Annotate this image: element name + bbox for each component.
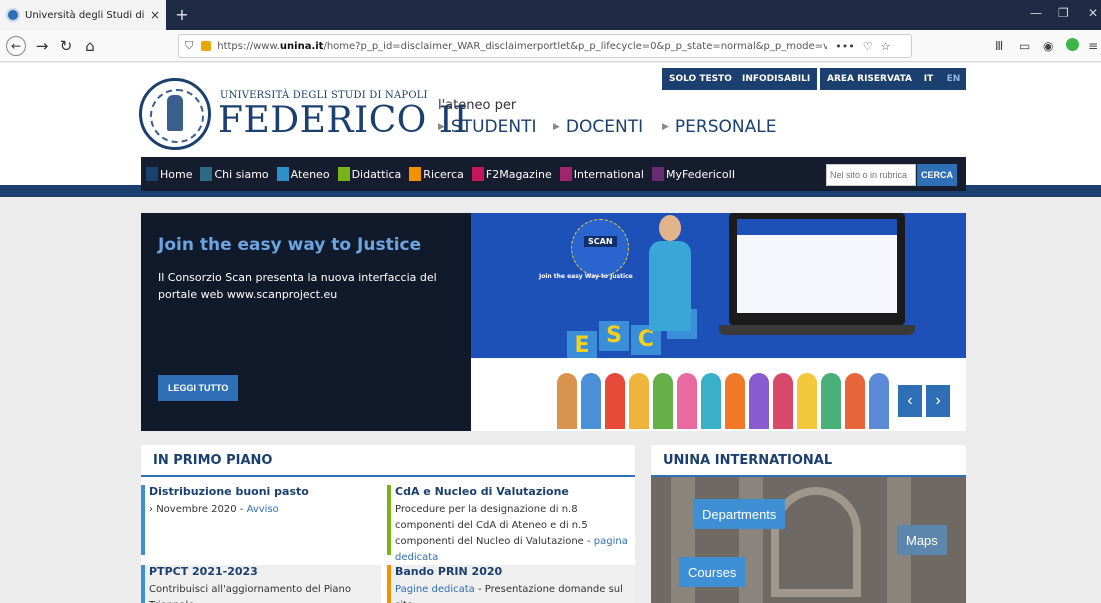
close-icon[interactable]: ×	[150, 8, 160, 22]
hero-image[interactable]: SCAN Join the easy Way to Justice E S C …	[471, 213, 966, 431]
infodisabili-button[interactable]: INFODISABILI	[735, 68, 818, 90]
area-riservata-button[interactable]: AREA RISERVATA	[820, 68, 920, 90]
search-input[interactable]	[826, 164, 916, 186]
hero-slogan: Join the easy Way to Justice	[539, 273, 633, 280]
menu-item-international[interactable]: International	[559, 157, 644, 191]
browser-tab-bar: Università degli Studi di Napol × + — ❐ …	[0, 0, 1101, 30]
window-close-icon[interactable]: ✕	[1088, 6, 1098, 20]
menu-swatch	[651, 167, 664, 181]
tab-title: Università degli Studi di Napol	[25, 9, 146, 21]
home-button[interactable]: ⌂	[80, 36, 100, 56]
restore-icon[interactable]: ❐	[1058, 6, 1069, 20]
back-button[interactable]: ←	[6, 36, 26, 56]
news-text: Contribuisci all'aggiornamento del Piano…	[149, 584, 352, 603]
menu-swatch	[559, 167, 572, 181]
role-link-personale[interactable]: ▶ PERSONALE	[662, 117, 776, 137]
search-button[interactable]: CERCA	[917, 164, 957, 186]
news-title[interactable]: PTPCT 2021-2023	[149, 565, 381, 578]
menu-item-myfedericoii[interactable]: MyFedericoII	[651, 157, 735, 191]
url-bar[interactable]: ⛉ https://www.unina.it/home?p_p_id=discl…	[178, 34, 912, 58]
menu-swatch	[200, 167, 213, 181]
sidebar-icon[interactable]: ▭	[1019, 39, 1030, 53]
menu-item-chi-siamo[interactable]: Chi siamo	[200, 157, 269, 191]
lang-en[interactable]: EN	[941, 68, 966, 90]
menu-item-home[interactable]: Home	[146, 157, 192, 191]
news-item: Bando PRIN 2020 Pagine dedicata - Presen…	[387, 565, 635, 603]
library-icon[interactable]: Ⅲ	[995, 39, 1003, 53]
menu-swatch	[471, 167, 484, 181]
lock-icon[interactable]	[201, 41, 212, 51]
browser-tab[interactable]: Università degli Studi di Napol ×	[0, 0, 166, 30]
lang-it[interactable]: IT	[916, 68, 941, 90]
cube-s: S	[599, 321, 629, 351]
news-title[interactable]: Bando PRIN 2020	[395, 565, 635, 578]
laptop-illustration	[719, 213, 915, 335]
maps-button[interactable]: Maps	[897, 525, 947, 555]
international-heading: UNINA INTERNATIONAL	[651, 445, 966, 477]
departments-button[interactable]: Departments	[693, 499, 786, 529]
menu-item-ricerca[interactable]: Ricerca	[409, 157, 464, 191]
new-tab-button[interactable]: +	[172, 5, 192, 25]
browser-nav-bar: ← → ↻ ⌂ ⛉ https://www.unina.it/home?p_p_…	[0, 30, 1101, 62]
news-link[interactable]: Avviso	[247, 504, 279, 515]
international-panel: UNINA INTERNATIONAL Departments Maps Cou…	[651, 445, 966, 603]
leggi-tutto-button[interactable]: LEGGI TUTTO	[158, 375, 239, 401]
news-item: Distribuzione buoni pasto › Novembre 202…	[141, 485, 381, 555]
audience-label: l'ateneo per	[438, 98, 517, 113]
logo-title[interactable]: FEDERICO II	[218, 103, 468, 139]
bookmark-star-icon[interactable]: ☆	[881, 40, 891, 53]
role-link-docenti[interactable]: ▶ DOCENTI	[553, 117, 643, 137]
web-page: UNIVERSITÀ DEGLI STUDI DI NAPOLI FEDERIC…	[0, 63, 1101, 603]
menu-item-ateneo[interactable]: Ateneo	[276, 157, 330, 191]
news-title[interactable]: Distribuzione buoni pasto	[149, 485, 381, 498]
menu-item-didattica[interactable]: Didattica	[337, 157, 401, 191]
menu-swatch	[409, 167, 422, 181]
solo-testo-button[interactable]: SOLO TESTO	[662, 68, 739, 90]
globe-icon	[6, 8, 20, 22]
language-switcher: IT EN	[916, 68, 966, 90]
url-text[interactable]: https://www.unina.it/home?p_p_id=disclai…	[217, 41, 827, 52]
menu-item-f2magazine[interactable]: F2Magazine	[471, 157, 552, 191]
menu-swatch	[146, 167, 158, 181]
minimize-icon[interactable]: —	[1030, 6, 1042, 20]
cube-e: E	[567, 331, 597, 361]
shield-icon[interactable]: ⛉	[185, 39, 193, 53]
menu-swatch	[276, 167, 289, 181]
menu-swatch	[337, 167, 350, 181]
forward-button[interactable]: →	[32, 36, 52, 56]
role-link-studenti[interactable]: ▶ STUDENTI	[438, 117, 537, 137]
scan-badge: SCAN	[571, 219, 629, 277]
hero-text-panel: Join the easy way to Justice Il Consorzi…	[141, 213, 471, 431]
news-link[interactable]: Pagine dedicata	[395, 584, 475, 595]
slider-next-button[interactable]: ›	[926, 385, 950, 417]
courses-button[interactable]: Courses	[679, 557, 746, 587]
hero-description: Il Consorzio Scan presenta la nuova inte…	[158, 271, 437, 301]
university-seal-logo[interactable]	[139, 78, 211, 150]
pocket-icon[interactable]: ♡	[863, 40, 873, 53]
news-item: PTPCT 2021-2023 Contribuisci all'aggiorn…	[141, 565, 381, 603]
extension-icon[interactable]	[1066, 38, 1079, 51]
hero-title[interactable]: Join the easy way to Justice	[158, 235, 421, 255]
reload-button[interactable]: ↻	[56, 36, 76, 56]
account-icon[interactable]: ◉	[1043, 39, 1053, 53]
news-item: CdA e Nucleo di Valutazione Procedure pe…	[387, 485, 635, 563]
slider-prev-button[interactable]: ‹	[898, 385, 922, 417]
menu-icon[interactable]: ≡	[1088, 39, 1098, 53]
news-panel: IN PRIMO PIANO Distribuzione buoni pasto…	[141, 445, 635, 603]
more-icon[interactable]: •••	[835, 40, 854, 53]
person-illustration	[641, 215, 701, 335]
news-heading: IN PRIMO PIANO	[141, 445, 635, 477]
news-title[interactable]: CdA e Nucleo di Valutazione	[395, 485, 635, 498]
